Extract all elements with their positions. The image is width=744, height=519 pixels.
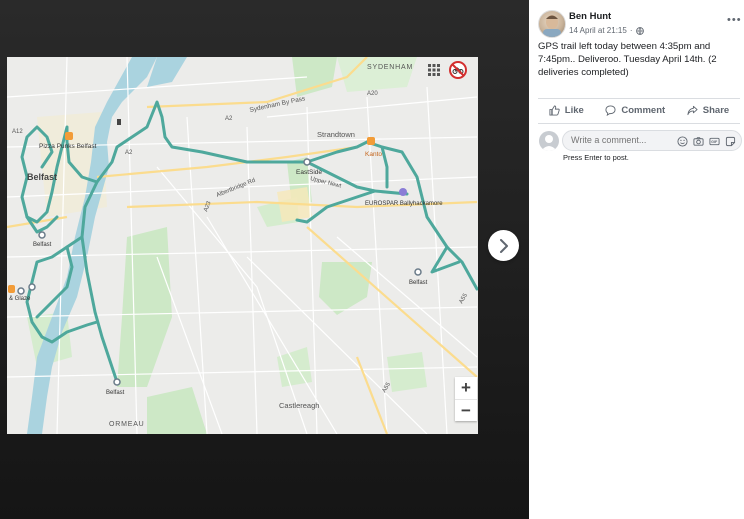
zoom-out-button[interactable]: − <box>455 400 477 422</box>
like-label: Like <box>564 105 584 116</box>
gps-route-map: SYDENHAM Sydenham By Pass Strandtown Eas… <box>7 57 478 434</box>
next-photo-button[interactable] <box>488 230 519 261</box>
label-belfast-east: Belfast <box>409 280 428 286</box>
label-a2: A2 <box>225 116 233 122</box>
label-eastside: EastSide <box>296 169 322 176</box>
share-icon <box>687 105 698 116</box>
label-sydenham: SYDENHAM <box>367 64 413 71</box>
author-name[interactable]: Ben Hunt <box>569 11 611 22</box>
post-side-panel: Ben Hunt 14 April at 21:15 · ••• GPS tra… <box>529 0 744 519</box>
apps-grid-icon[interactable] <box>428 64 440 76</box>
meta-separator: · <box>629 26 633 35</box>
more-options-button[interactable]: ••• <box>727 14 742 26</box>
avatar-image <box>543 15 561 37</box>
comment-hint: Press Enter to post. <box>563 153 629 162</box>
label-ormeau: ORMEAU <box>109 421 145 428</box>
divider-top <box>538 98 740 99</box>
sticker-icon[interactable] <box>725 134 736 147</box>
post-timestamp[interactable]: 14 April at 21:15 <box>569 26 627 35</box>
label-belfast-centre: Belfast <box>27 172 57 182</box>
map-canvas: SYDENHAM Sydenham By Pass Strandtown Eas… <box>7 57 478 434</box>
zoom-in-button[interactable]: + <box>455 377 477 400</box>
label-glaze: & Glaze <box>9 296 31 302</box>
commenter-avatar <box>539 131 559 151</box>
comment-box: GIF <box>562 130 742 151</box>
label-strandtown: Strandtown <box>317 130 355 139</box>
label-castlereagh: Castlereagh <box>279 401 319 410</box>
emoji-icon[interactable] <box>677 134 688 147</box>
post-actions: Like Comment Share <box>538 102 740 119</box>
globe-icon[interactable] <box>635 26 644 35</box>
thumbs-up-icon <box>549 105 560 116</box>
label-pizza-punks: Pizza Punks Belfast <box>39 143 97 150</box>
gif-icon[interactable]: GIF <box>709 134 720 146</box>
label-eurospar: EUROSPAR Ballyhackamore <box>365 201 443 207</box>
label-kanto: Kanto <box>365 151 382 158</box>
svg-text:GIF: GIF <box>711 140 718 144</box>
label-a12: A12 <box>12 129 23 135</box>
label-a2-west: A2 <box>125 150 133 156</box>
no-bike-icon <box>449 61 467 79</box>
label-belfast-south: Belfast <box>106 390 125 396</box>
comment-label: Comment <box>621 105 666 116</box>
label-a20: A20 <box>367 91 378 97</box>
default-user-icon <box>541 135 557 151</box>
author-avatar[interactable] <box>538 10 566 38</box>
share-button[interactable]: Share <box>687 105 729 116</box>
comment-input[interactable] <box>571 135 661 145</box>
comment-icon <box>605 105 616 116</box>
label-belfast-west: Belfast <box>33 242 52 248</box>
share-label: Share <box>702 105 730 116</box>
map-zoom-control: + − <box>455 377 477 421</box>
divider-bottom <box>538 123 740 124</box>
chevron-right-icon <box>499 238 508 253</box>
photo-viewer: SYDENHAM Sydenham By Pass Strandtown Eas… <box>0 0 529 519</box>
like-button[interactable]: Like <box>549 105 584 116</box>
comment-button[interactable]: Comment <box>605 105 665 116</box>
comment-tools: GIF <box>677 134 736 147</box>
post-text: GPS trail left today between 4:35pm and … <box>538 41 717 78</box>
camera-icon[interactable] <box>693 134 704 146</box>
post-meta: 14 April at 21:15 · <box>569 26 644 35</box>
